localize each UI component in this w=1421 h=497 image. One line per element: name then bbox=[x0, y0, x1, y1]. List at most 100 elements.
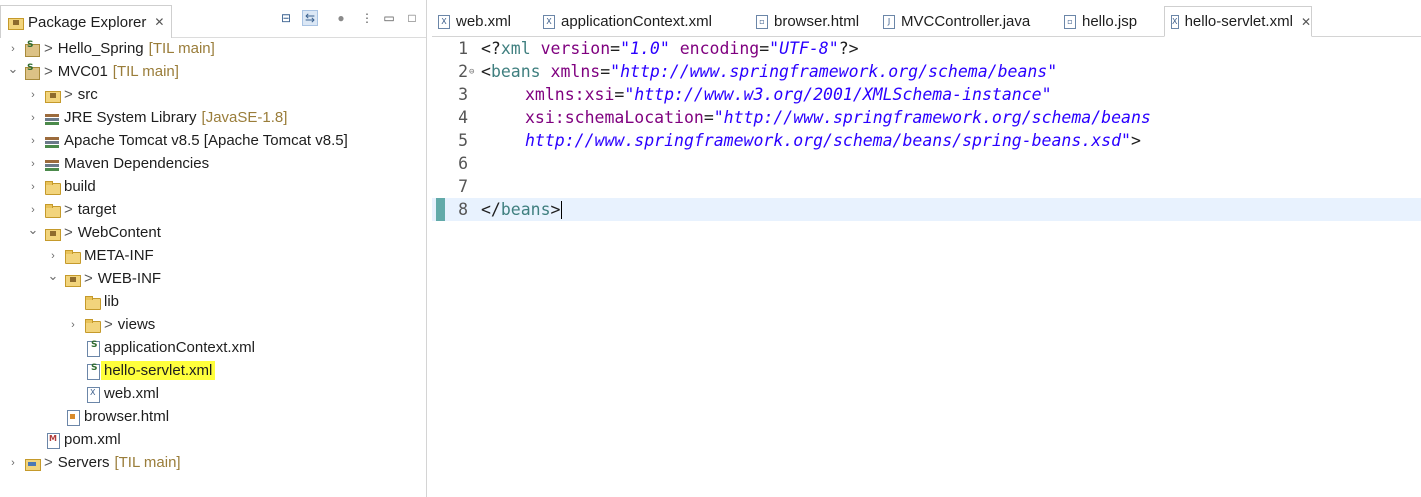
tree-item[interactable]: pom.xml bbox=[0, 428, 426, 451]
chevron-right-icon[interactable]: › bbox=[27, 152, 39, 175]
git-dirty-marker: > bbox=[44, 63, 53, 80]
code-line[interactable]: 8 </beans> bbox=[432, 198, 1421, 221]
link-with-editor-icon[interactable]: ⇆ bbox=[302, 10, 318, 26]
editor-tab-label: MVCController.java bbox=[901, 13, 1031, 30]
tree-item[interactable]: › META-INF bbox=[0, 244, 426, 267]
chevron-down-icon[interactable]: ⌄ bbox=[27, 218, 39, 241]
chevron-right-icon[interactable]: › bbox=[67, 313, 79, 336]
view-menu-icon[interactable]: ⋮ bbox=[359, 10, 375, 26]
tree-item-label: lib bbox=[104, 293, 120, 310]
editor-tab[interactable]: Xhello-servlet.xml ✕ bbox=[1164, 6, 1312, 37]
chevron-down-icon[interactable]: ⌄ bbox=[47, 264, 59, 287]
focus-on-active-task-icon[interactable]: ● bbox=[333, 10, 349, 26]
tree-item-label: browser.html bbox=[84, 408, 170, 425]
chevron-right-icon[interactable]: › bbox=[27, 83, 39, 106]
code-text: <beans xmlns="http://www.springframework… bbox=[481, 62, 1057, 81]
tree-item[interactable]: › JRE System Library [JavaSE-1.8] bbox=[0, 106, 426, 129]
gutter-marker-area bbox=[436, 152, 445, 175]
xml-file-icon: X bbox=[543, 14, 555, 29]
line-number: 1 bbox=[458, 39, 468, 58]
code-token: "http://www.springframework.org/schema/b… bbox=[610, 62, 1058, 81]
tree-item-label: pom.xml bbox=[64, 431, 121, 448]
editor-tab[interactable]: ▫ hello.jsp bbox=[1058, 6, 1160, 37]
folder-icon bbox=[44, 179, 61, 195]
code-token: encoding bbox=[679, 39, 760, 58]
chevron-down-icon[interactable]: ⌄ bbox=[7, 57, 19, 80]
tree-item[interactable]: lib bbox=[0, 290, 426, 313]
line-number: 5 bbox=[458, 131, 468, 150]
code-token: "http://www.w3.org/2001/XMLSchema-instan… bbox=[624, 85, 1052, 104]
code-line[interactable]: 3 xmlns:xsi="http://www.w3.org/2001/XMLSc… bbox=[432, 83, 1421, 106]
code-token: "UTF-8" bbox=[769, 39, 839, 58]
tree-item[interactable]: › Apache Tomcat v8.5 [Apache Tomcat v8.5] bbox=[0, 129, 426, 152]
collapse-all-icon[interactable]: ⊟ bbox=[278, 10, 294, 26]
folder-icon bbox=[64, 248, 81, 264]
package-folder-icon bbox=[64, 271, 81, 287]
code-line[interactable]: 7 bbox=[432, 175, 1421, 198]
tree-item[interactable]: ⌄ >MVC01[TIL main] bbox=[0, 60, 426, 83]
xml-file-icon bbox=[84, 386, 100, 403]
tree-item-label: MVC01 bbox=[57, 63, 108, 80]
project-icon bbox=[24, 63, 40, 80]
code-editor[interactable]: 1 <?xml version="1.0" encoding="UTF-8"?> 2… bbox=[432, 37, 1421, 497]
code-token: xsi:schemaLocation bbox=[525, 108, 704, 127]
tree-item-label: WEB-INF bbox=[97, 270, 162, 287]
tree-item[interactable]: browser.html bbox=[0, 405, 426, 428]
chevron-right-icon[interactable]: › bbox=[27, 175, 39, 198]
editor-tab[interactable]: XapplicationContext.xml bbox=[537, 6, 747, 37]
code-text: xmlns:xsi="http://www.w3.org/2001/XMLSch… bbox=[525, 85, 1052, 104]
code-token: xmlns bbox=[550, 62, 601, 81]
xml-file-icon: X bbox=[1171, 14, 1179, 29]
code-line[interactable]: 1 <?xml version="1.0" encoding="UTF-8"?> bbox=[432, 37, 1421, 60]
tree-item[interactable]: applicationContext.xml bbox=[0, 336, 426, 359]
editor-tab[interactable]: ▫ browser.html bbox=[750, 6, 872, 37]
line-number: 3 bbox=[458, 85, 468, 104]
tab-package-explorer[interactable]: Package Explorer ✕ bbox=[0, 5, 172, 38]
chevron-right-icon[interactable]: › bbox=[7, 451, 19, 474]
tree-item[interactable]: › > target bbox=[0, 198, 426, 221]
line-number: 2 bbox=[458, 62, 468, 81]
gutter-marker-area bbox=[436, 129, 445, 152]
tree-item[interactable]: web.xml bbox=[0, 382, 426, 405]
tree-item[interactable]: ⌄ > WebContent bbox=[0, 221, 426, 244]
editor-tabbar: Xweb.xml XapplicationContext.xml ▫ browser.… bbox=[432, 0, 1421, 37]
tree-item-label: web.xml bbox=[104, 385, 160, 402]
tree-item-label: build bbox=[64, 178, 96, 195]
close-icon[interactable]: ✕ bbox=[154, 15, 164, 29]
view-title: Package Explorer bbox=[28, 13, 147, 31]
tree-item[interactable]: › > views bbox=[0, 313, 426, 336]
tree-item[interactable]: › > Servers [TIL main] bbox=[0, 451, 426, 474]
code-line[interactable]: 4 xsi:schemaLocation="http://www.springfr… bbox=[432, 106, 1421, 129]
code-token: "1.0" bbox=[620, 39, 670, 58]
tree-item[interactable]: › build bbox=[0, 175, 426, 198]
html-file-icon bbox=[64, 409, 80, 426]
gutter-marker-area bbox=[436, 60, 445, 83]
chevron-right-icon[interactable]: › bbox=[27, 106, 39, 129]
gutter-marker-area bbox=[436, 83, 445, 106]
tree-item[interactable]: › Maven Dependencies bbox=[0, 152, 426, 175]
code-line[interactable]: 6 bbox=[432, 152, 1421, 175]
tree-item-label: target bbox=[77, 201, 117, 218]
maven-file-icon bbox=[44, 432, 60, 449]
minimize-icon[interactable]: ▭ bbox=[381, 10, 397, 26]
editor-tab[interactable]: Xweb.xml bbox=[432, 6, 532, 37]
tree-item[interactable]: ›>Hello_Spring[TIL main] bbox=[0, 37, 426, 60]
tree-item[interactable]: ⌄ > WEB-INF bbox=[0, 267, 426, 290]
change-marker bbox=[436, 198, 445, 221]
code-line[interactable]: 2 ⊖ <beans xmlns="http://www.springframewo… bbox=[432, 60, 1421, 83]
git-dirty-marker: > bbox=[84, 270, 93, 287]
close-icon[interactable]: ✕ bbox=[1301, 15, 1311, 29]
tree-item[interactable]: › > src bbox=[0, 83, 426, 106]
code-line[interactable]: 5 http://www.springframework.org/schema/b… bbox=[432, 129, 1421, 152]
tree-item-decoration: [JavaSE-1.8] bbox=[201, 109, 288, 126]
fold-toggle-icon[interactable]: ⊖ bbox=[469, 67, 474, 77]
git-dirty-marker: > bbox=[64, 86, 73, 103]
chevron-right-icon[interactable]: › bbox=[27, 129, 39, 152]
editor-tab[interactable]: J MVCController.java bbox=[877, 6, 1053, 37]
tree-item[interactable]: hello-servlet.xml bbox=[0, 359, 426, 382]
maximize-icon[interactable]: □ bbox=[404, 10, 420, 26]
editor-tab-label: applicationContext.xml bbox=[561, 13, 712, 30]
tree-item-label: JRE System Library bbox=[64, 109, 197, 126]
code-token: http://www.springframework.org/schema/be… bbox=[525, 131, 1131, 150]
